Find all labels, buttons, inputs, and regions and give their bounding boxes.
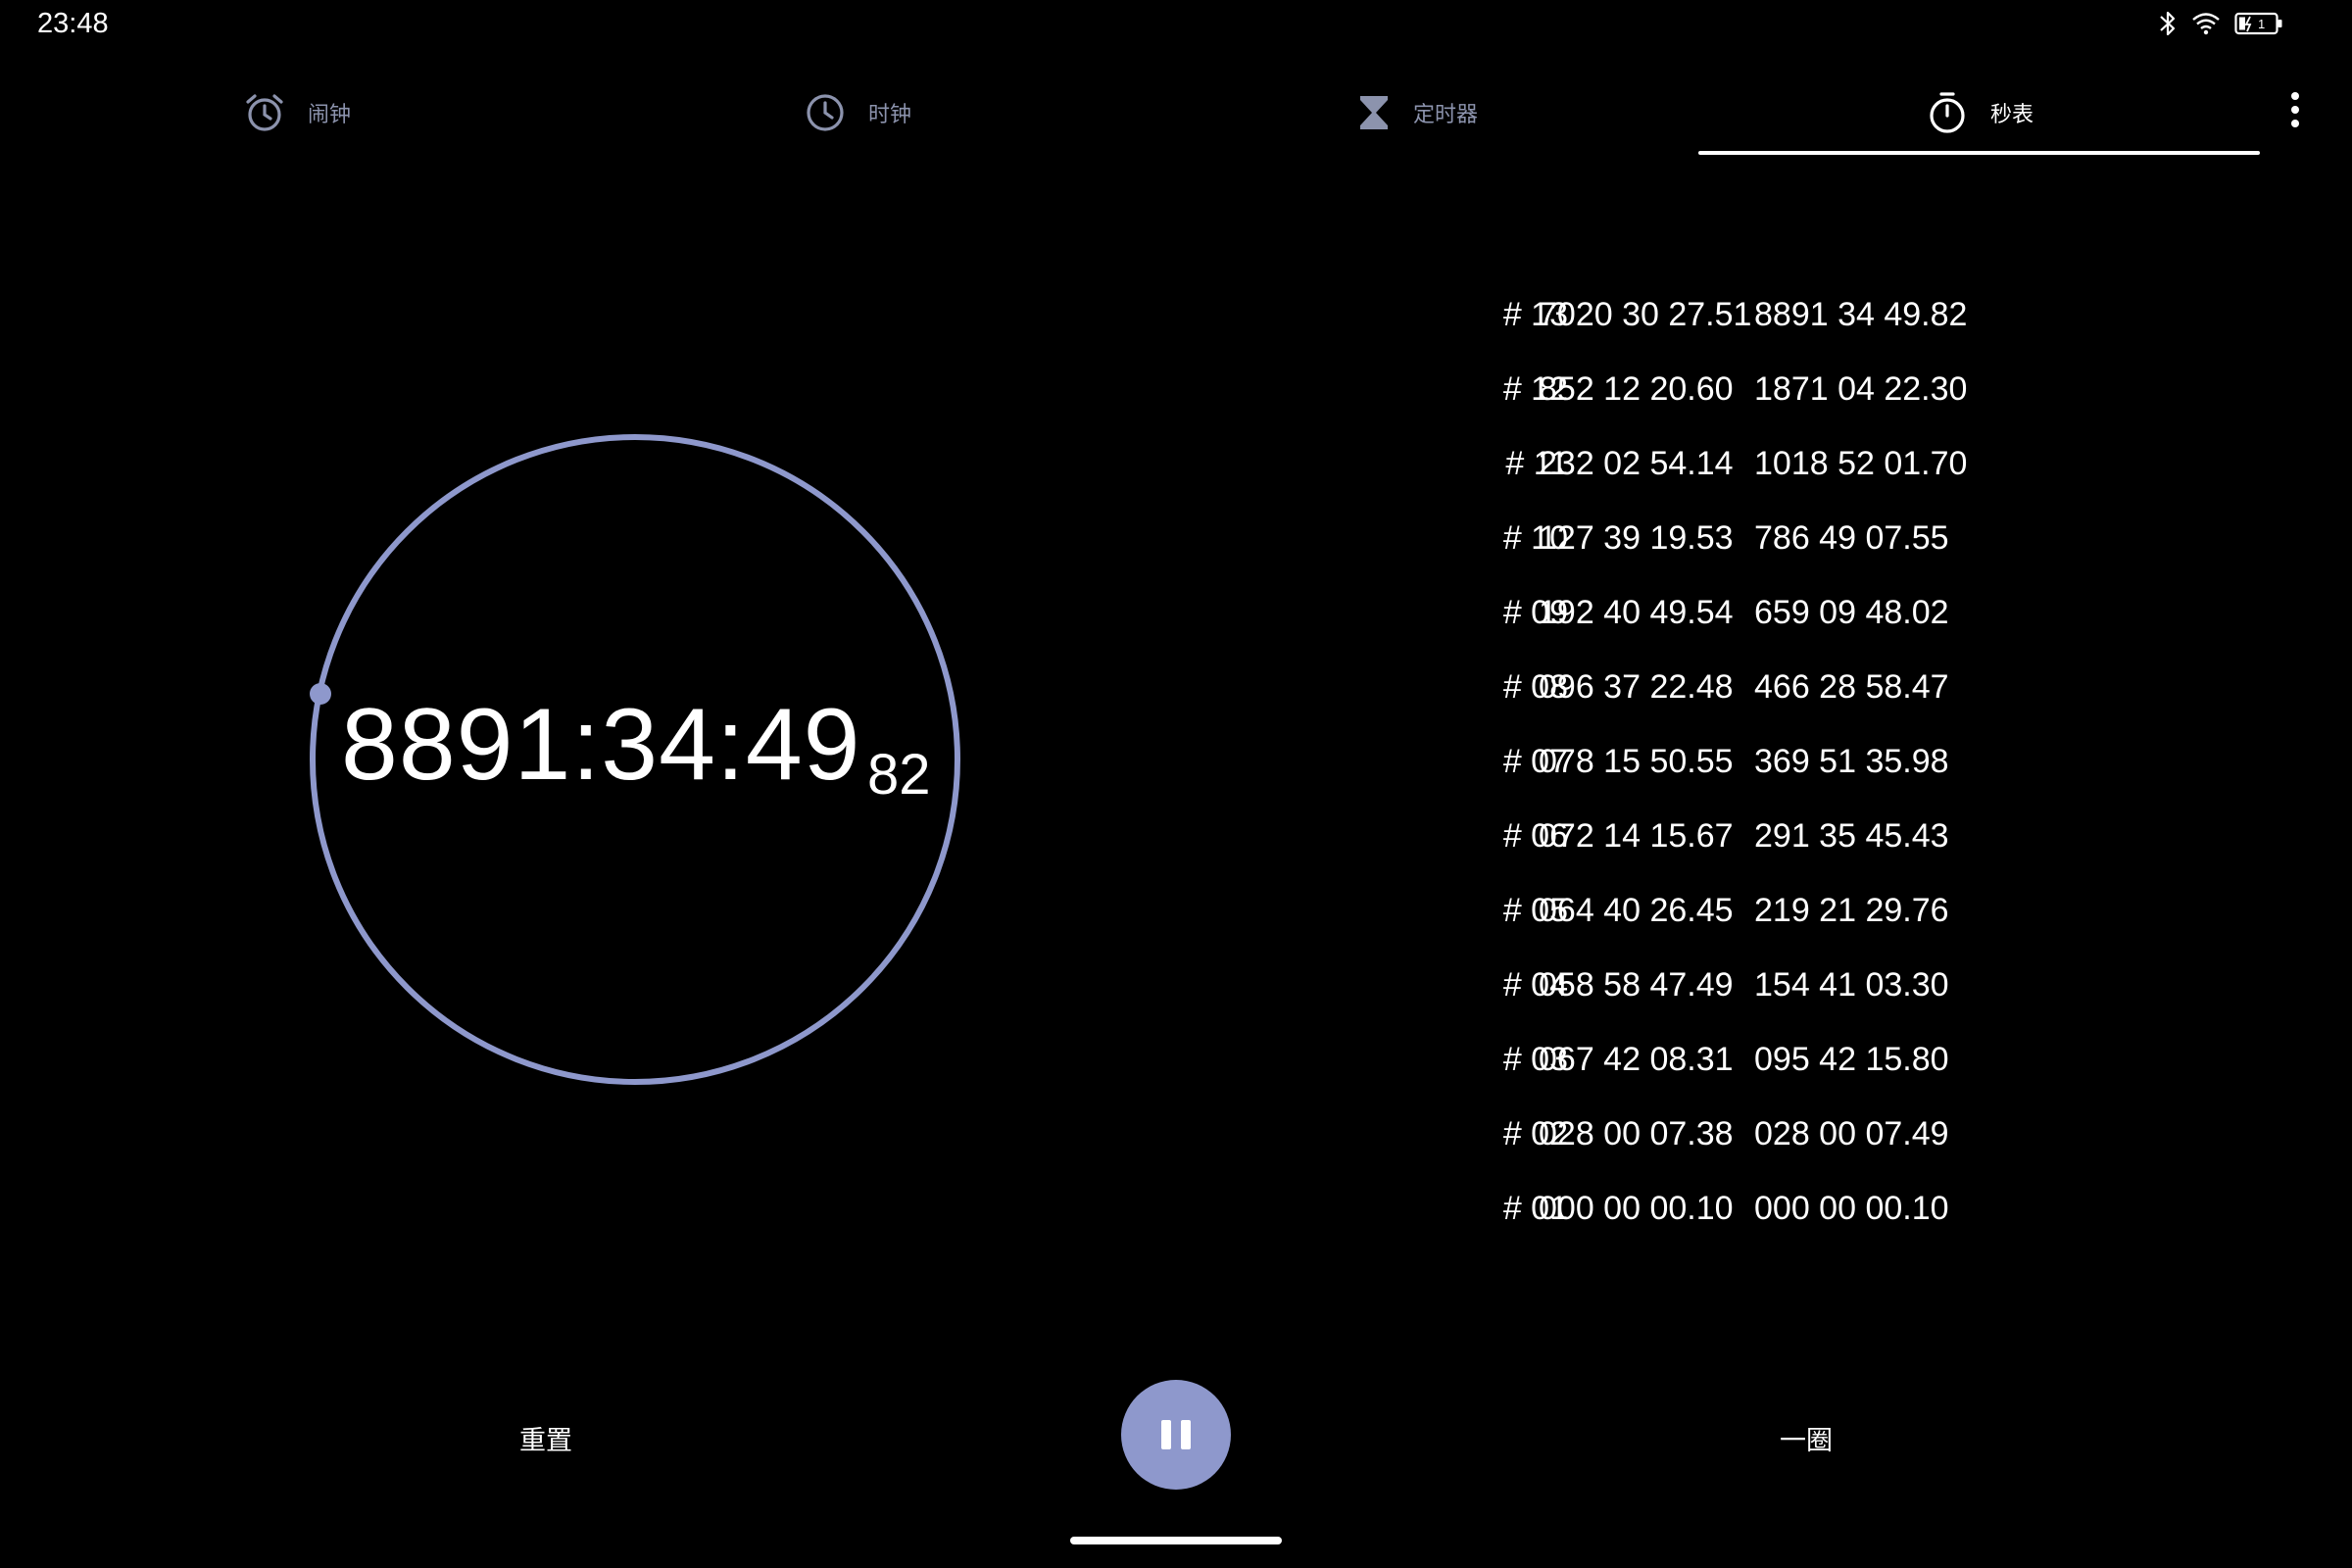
status-icons: 1 — [2158, 10, 2283, 37]
tab-alarm[interactable]: 闹钟 — [243, 69, 351, 157]
lap-total: 786 49 07.55 — [1754, 519, 1949, 557]
lap-total: 291 35 45.43 — [1754, 817, 1949, 855]
lap-time: 7020 30 27.51 — [1539, 296, 1752, 333]
lap-total: 1871 04 22.30 — [1754, 370, 1968, 408]
list-item: # 08 096 37 22.48 466 28 58.47 — [1431, 657, 2038, 731]
list-item: # 05 064 40 26.45 219 21 29.76 — [1431, 880, 2038, 955]
lap-time: 192 40 49.54 — [1539, 594, 1734, 631]
battery-icon: 1 — [2234, 12, 2282, 35]
stopwatch-hundredths: 82 — [867, 743, 931, 807]
tab-timer[interactable]: 定时器 — [1356, 69, 1478, 157]
tab-bar: 闹钟 时钟 定时器 秒表 — [0, 69, 2260, 157]
lap-total: 8891 34 49.82 — [1754, 296, 1968, 333]
lap-total: 219 21 29.76 — [1754, 892, 1949, 929]
more-options-icon[interactable] — [2276, 86, 2315, 133]
pause-button[interactable] — [1121, 1380, 1231, 1490]
lap-time: 127 39 19.53 — [1539, 519, 1734, 557]
pause-icon — [1181, 1420, 1191, 1449]
tab-clock[interactable]: 时钟 — [804, 69, 911, 157]
lap-time: 000 00 00.10 — [1539, 1190, 1734, 1227]
lap-total: 095 42 15.80 — [1754, 1041, 1949, 1078]
list-item: # 01 000 00 00.10 000 00 00.10 — [1431, 1178, 2038, 1252]
tab-label: 时钟 — [868, 102, 912, 126]
list-item: # 11 232 02 54.14 1018 52 01.70 — [1431, 433, 2038, 508]
list-item: # 09 192 40 49.54 659 09 48.02 — [1431, 582, 2038, 657]
tab-label: 定时器 — [1413, 102, 1479, 126]
list-item: # 07 078 15 50.55 369 51 35.98 — [1431, 731, 2038, 806]
bluetooth-icon — [2160, 11, 2176, 36]
active-tab-indicator — [1698, 151, 2260, 155]
lap-time: 028 00 07.38 — [1539, 1115, 1734, 1152]
status-time: 23:48 — [37, 8, 109, 39]
list-item: # 03 067 42 08.31 095 42 15.80 — [1431, 1029, 2038, 1103]
lap-time: 072 14 15.67 — [1539, 817, 1734, 855]
battery-level: 1 — [2258, 17, 2265, 31]
lap-total: 659 09 48.02 — [1754, 594, 1949, 631]
lap-time: 064 40 26.45 — [1539, 892, 1734, 929]
alarm-icon — [246, 94, 283, 131]
dial-progress-dot — [310, 683, 331, 705]
lap-time: 067 42 08.31 — [1539, 1041, 1734, 1078]
lap-time: 232 02 54.14 — [1539, 445, 1734, 482]
lap-list: # 13 7020 30 27.51 8891 34 49.82 # 12 85… — [1431, 284, 2038, 1252]
clock-icon — [807, 94, 844, 131]
lap-total: 369 51 35.98 — [1754, 743, 1949, 780]
tab-stopwatch[interactable]: 秒表 — [1926, 69, 2034, 157]
list-item: # 02 028 00 07.38 028 00 07.49 — [1431, 1103, 2038, 1178]
lap-total: 000 00 00.10 — [1754, 1190, 1949, 1227]
list-item: # 04 058 58 47.49 154 41 03.30 — [1431, 955, 2038, 1029]
lap-total: 1018 52 01.70 — [1754, 445, 1968, 482]
wifi-icon — [2192, 13, 2220, 35]
stopwatch-time: 8891:34:49 — [341, 688, 861, 802]
lap-total: 154 41 03.30 — [1754, 966, 1949, 1004]
list-item: # 10 127 39 19.53 786 49 07.55 — [1431, 508, 2038, 582]
hourglass-icon — [1360, 96, 1388, 129]
lap-time: 078 15 50.55 — [1539, 743, 1734, 780]
home-indicator[interactable] — [1070, 1537, 1282, 1544]
lap-time: 058 58 47.49 — [1539, 966, 1734, 1004]
lap-total: 466 28 58.47 — [1754, 668, 1949, 706]
stopwatch-icon — [1930, 92, 1965, 133]
lap-total: 028 00 07.49 — [1754, 1115, 1949, 1152]
lap-button[interactable]: 一圈 — [1780, 1419, 1833, 1457]
lap-time: 096 37 22.48 — [1539, 668, 1734, 706]
lap-time: 852 12 20.60 — [1539, 370, 1734, 408]
reset-button[interactable]: 重置 — [519, 1419, 572, 1457]
list-item: # 12 852 12 20.60 1871 04 22.30 — [1431, 359, 2038, 433]
tab-label: 秒表 — [1990, 102, 2034, 126]
pause-icon — [1161, 1420, 1171, 1449]
list-item: # 06 072 14 15.67 291 35 45.43 — [1431, 806, 2038, 880]
list-item: # 13 7020 30 27.51 8891 34 49.82 — [1431, 284, 2038, 359]
tab-label: 闹钟 — [308, 102, 352, 126]
